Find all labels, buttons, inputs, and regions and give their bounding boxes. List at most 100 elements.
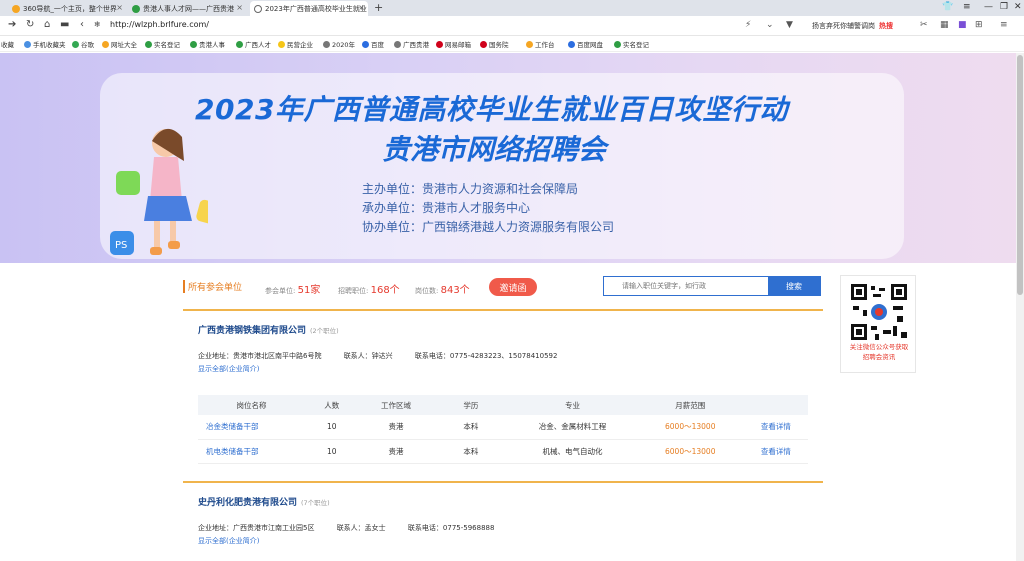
browser-search-box[interactable]: 扬言弃死你辅警调岗 热搜 — [812, 19, 912, 33]
job-search-button[interactable]: 搜索 — [768, 277, 820, 295]
baidu-icon — [362, 40, 369, 48]
address-bar: ➔ ↻ ⌂ ▬ ‹ ❄ http://wlzph.brlfure.com/ ⚡ … — [0, 16, 1024, 36]
more-icon[interactable]: ≡ — [1000, 20, 1008, 30]
company-phone: 联系电话：0775-5968888 — [407, 524, 495, 532]
browser-tab-active[interactable]: 2023年广西普通高校毕业生就业 × — [250, 1, 368, 16]
job-title-link[interactable]: 机电类储备干部 — [198, 439, 306, 464]
site-icon — [480, 40, 487, 48]
shirt-icon[interactable]: 👕 — [942, 2, 953, 12]
column-header: 人数 — [305, 395, 359, 415]
company-card: 广西贵港钢铁集团有限公司 (2个职位) 企业地址：贵港市港北区南平中路6号院 联系… — [183, 309, 823, 469]
bookmark-item[interactable]: 网址大全 — [102, 39, 137, 49]
tab-title: 贵港人事人才网——广西贵港 — [143, 4, 234, 13]
google-icon — [72, 40, 79, 48]
company-contact: 联系人：钟达兴 — [343, 352, 393, 360]
site-icon — [526, 40, 533, 48]
extension-icon[interactable]: ■ — [958, 20, 967, 30]
window-close-icon[interactable]: ✕ — [1014, 2, 1022, 12]
bookmark-item[interactable]: 百度网盘 — [568, 39, 603, 49]
bookmark-item[interactable]: 手机收藏夹 — [24, 39, 66, 49]
company-count: 参会单位: 51家 — [265, 285, 321, 296]
search-engine-icon[interactable]: ▼ — [786, 20, 793, 30]
bookmark-item[interactable]: 民营企业 — [278, 39, 313, 49]
bookmark-item[interactable]: 国务院 — [480, 39, 509, 49]
minimize-icon[interactable]: — — [984, 2, 993, 12]
job-edu-cell: 本科 — [433, 415, 509, 440]
apps-icon[interactable]: ⊞ — [975, 20, 983, 30]
company-info: 企业地址：贵港市港北区南平中路6号院 联系人：钟达兴 联系电话：0775-428… — [198, 351, 557, 361]
bookmark-item[interactable]: 广西贵港 — [394, 39, 429, 49]
bookmark-item[interactable]: 收藏 — [1, 39, 14, 49]
site-security-icon[interactable]: ❄ — [94, 20, 101, 29]
bookmark-item[interactable]: 贵港人事 — [190, 39, 225, 49]
close-icon[interactable]: × — [358, 3, 365, 12]
show-all-link[interactable]: 显示全部(企业简介) — [198, 536, 259, 546]
column-header: 工作区域 — [358, 395, 434, 415]
column-header — [743, 395, 808, 415]
globe-icon — [394, 40, 401, 48]
show-all-link[interactable]: 显示全部(企业简介) — [198, 364, 259, 374]
bookmark-item[interactable]: 谷歌 — [72, 39, 94, 49]
folder-icon — [24, 40, 31, 48]
restore-icon[interactable]: ❐ — [1000, 2, 1008, 12]
section-title: 所有参会单位 — [183, 280, 242, 293]
job-table: 岗位名称 人数 工作区域 学历 专业 月薪范围 冶金类储备干部 10 贵港 本科… — [198, 395, 808, 464]
tab-title: 2023年广西普通高校毕业生就业 — [265, 4, 367, 13]
table-row: 机电类储备干部 10 贵港 本科 机械、电气自动化 6000～13000 查看详… — [198, 439, 808, 464]
column-header: 月薪范围 — [636, 395, 744, 415]
organizer-co-host: 协办单位：广西锦绣港越人力资源服务有限公司 — [362, 220, 615, 234]
cloud-icon — [568, 40, 575, 48]
column-header: 岗位名称 — [198, 395, 306, 415]
lightning-icon[interactable]: ⚡ — [745, 20, 751, 30]
view-detail-link[interactable]: 查看详情 — [743, 439, 808, 464]
scissors-icon[interactable]: ✂ — [920, 20, 928, 30]
site-icon — [145, 40, 152, 48]
site-icon — [190, 40, 197, 48]
company-name[interactable]: 广西贵港钢铁集团有限公司 (2个职位) — [198, 323, 339, 336]
forward-icon[interactable]: ➔ — [8, 19, 16, 30]
job-search-input[interactable] — [604, 277, 768, 295]
bookmarks-bar: 收藏 手机收藏夹 谷歌 网址大全 实名登记 贵港人事 广西人才 民营企业 202… — [0, 36, 1024, 52]
bookmark-item[interactable]: 工作台 — [526, 39, 555, 49]
bookmark-item[interactable]: 百度 — [362, 39, 384, 49]
job-salary-cell: 6000～13000 — [636, 415, 744, 440]
home-icon[interactable]: ⌂ — [44, 19, 50, 30]
refresh-icon[interactable]: ↻ — [26, 19, 34, 30]
qr-code-panel: 关注微信公众号获取 招聘会资讯 — [840, 275, 916, 373]
bookmark-item[interactable]: 网易邮箱 — [436, 39, 471, 49]
bookmark-item[interactable]: 2020年 — [323, 39, 355, 49]
position-count: 岗位数: 843个 — [415, 285, 470, 296]
site-icon — [102, 40, 109, 48]
bookmark-item[interactable]: 实名登记 — [614, 39, 649, 49]
company-job-count: (2个职位) — [310, 327, 339, 335]
view-detail-link[interactable]: 查看详情 — [743, 415, 808, 440]
invitation-button[interactable]: 邀请函 — [489, 278, 537, 296]
page-scrollbar[interactable] — [1016, 53, 1024, 561]
browser-tab-360[interactable]: 360导航_一个主页，整个世界 × — [8, 1, 126, 16]
column-header: 专业 — [508, 395, 637, 415]
browser-tab-ggrc[interactable]: 贵港人事人才网——广西贵港 × — [128, 1, 246, 16]
bookmark-item[interactable]: 实名登记 — [145, 39, 180, 49]
menu-icon[interactable]: ≡ — [963, 2, 971, 12]
new-tab-icon[interactable]: + — [374, 1, 383, 14]
job-search: 搜索 — [603, 276, 821, 296]
organizer-host: 主办单位：贵港市人力资源和社会保障局 — [362, 182, 579, 196]
scrollbar-thumb[interactable] — [1017, 55, 1023, 295]
globe-icon — [323, 40, 330, 48]
job-area-cell: 贵港 — [358, 415, 434, 440]
url-field[interactable]: http://wlzph.brlfure.com/ — [110, 20, 209, 29]
close-icon[interactable]: × — [236, 3, 243, 12]
job-title-link[interactable]: 冶金类储备干部 — [198, 415, 306, 440]
company-job-count: (7个职位) — [301, 499, 330, 507]
bookmark-item[interactable]: 广西人才 — [236, 39, 271, 49]
back-icon[interactable]: ‹ — [80, 19, 84, 30]
close-icon[interactable]: × — [116, 3, 123, 12]
qr-code-icon — [849, 282, 909, 342]
company-name[interactable]: 史丹利化肥贵港有限公司 (7个职位) — [198, 495, 330, 508]
site-icon — [614, 40, 621, 48]
dropdown-icon[interactable]: ⌄ — [766, 20, 774, 30]
folder-icon[interactable]: ▬ — [60, 19, 69, 30]
stats-bar: 所有参会单位 参会单位: 51家 招聘职位: 168个 岗位数: 843个 邀请… — [183, 276, 823, 298]
search-text: 扬言弃死你辅警调岗 — [812, 22, 875, 30]
grid-icon[interactable]: ▦ — [940, 20, 949, 30]
